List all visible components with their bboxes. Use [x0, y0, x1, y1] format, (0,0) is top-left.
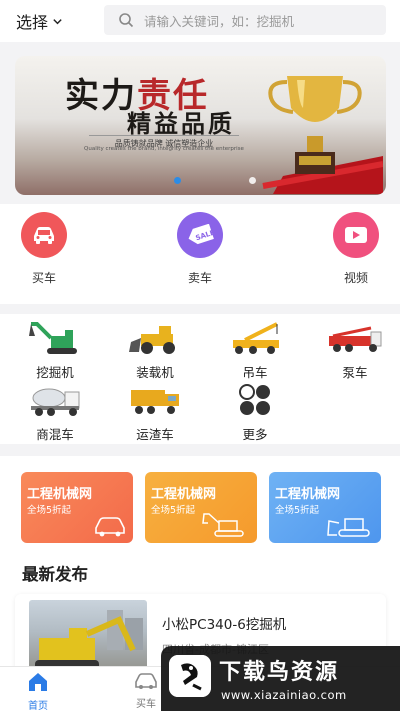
category-loader[interactable]: 装载机 [117, 320, 193, 381]
category-label: 更多 [242, 427, 268, 442]
category-label: 泵车 [342, 365, 368, 380]
more-grid-icon [239, 384, 270, 415]
quick-action-label: 视频 [343, 271, 368, 285]
category-pump-truck[interactable]: 泵车 [317, 320, 393, 381]
loader-icon [129, 326, 175, 354]
category-label: 商混车 [36, 427, 74, 442]
quick-action-sell[interactable]: SALE 卖车 [165, 212, 235, 286]
top-bar: 选择 请输入关键词，如：挖掘机 [0, 0, 400, 42]
quick-action-label: 买车 [31, 271, 56, 285]
promo-title: 工程机械网 [151, 487, 217, 502]
promo-card-2[interactable]: 工程机械网 全场5折起 [145, 472, 257, 543]
search-input[interactable]: 请输入关键词，如：挖掘机 [104, 5, 386, 35]
carousel-indicator [174, 177, 256, 184]
pump-truck-icon [329, 326, 382, 352]
category-dump-truck[interactable]: 运渣车 [117, 382, 193, 443]
excavator-icon [29, 322, 77, 354]
tab-label: 首页 [28, 701, 48, 711]
banner-subtitle-en: Quality creates the brand, integrity cre… [84, 146, 244, 152]
quick-actions: 买车 SALE 卖车 视频 [0, 204, 400, 304]
dump-truck-icon [131, 390, 179, 414]
app-screen: 选择 请输入关键词，如：挖掘机 实力责任 精益品质 品质铸就品牌 诚信塑造企业 … [0, 0, 400, 711]
category-label: 吊车 [242, 365, 268, 380]
tab-home[interactable]: 首页 [8, 672, 68, 711]
category-grid: 挖掘机 装载机 吊车 泵车 商混车 运渣车 更多 [0, 314, 400, 444]
watermark-name: 下载鸟资源 [219, 660, 340, 685]
category-more[interactable]: 更多 [217, 382, 293, 443]
car-tab-icon [135, 673, 157, 689]
watermark-url: www.xiazainiao.com [221, 688, 347, 702]
bird-logo-icon [169, 655, 211, 697]
category-excavator[interactable]: 挖掘机 [17, 320, 93, 381]
category-mixer-truck[interactable]: 商混车 [17, 382, 93, 443]
category-crane[interactable]: 吊车 [217, 320, 293, 381]
promo-subtitle: 全场5折起 [151, 505, 196, 516]
latest-section-title: 最新发布 [22, 565, 88, 584]
car-outline-icon [95, 517, 125, 537]
quick-action-buy[interactable]: 买车 [9, 212, 79, 286]
city-selector-label: 选择 [16, 13, 49, 32]
car-icon [21, 212, 67, 258]
video-icon [333, 212, 379, 258]
mixer-truck-icon [31, 388, 80, 416]
carousel-dot-1[interactable] [174, 177, 181, 184]
category-label: 装载机 [136, 365, 174, 380]
quick-action-video[interactable]: 视频 [321, 212, 391, 286]
excavator-outline-icon [202, 513, 244, 537]
banner-carousel[interactable]: 实力责任 精益品质 品质铸就品牌 诚信塑造企业 Quality creates … [15, 56, 386, 195]
watermark-badge: 下载鸟资源 www.xiazainiao.com [161, 646, 400, 711]
home-icon [29, 673, 47, 691]
promo-card-1[interactable]: 工程机械网 全场5折起 [21, 472, 133, 543]
sale-tag-icon: SALE [177, 212, 223, 258]
bulldozer-outline-icon [327, 518, 370, 537]
chevron-down-icon [53, 18, 62, 24]
category-label: 运渣车 [136, 427, 174, 442]
promo-title: 工程机械网 [275, 487, 341, 502]
search-placeholder: 请输入关键词，如：挖掘机 [144, 13, 295, 29]
promo-subtitle: 全场5折起 [27, 505, 72, 516]
category-label: 挖掘机 [36, 365, 74, 380]
carousel-dot-2[interactable] [249, 177, 256, 184]
trophy-icon [262, 76, 383, 194]
listing-title: 小松PC340-6挖掘机 [162, 617, 287, 633]
promo-card-3[interactable]: 工程机械网 全场5折起 [269, 472, 381, 543]
city-selector[interactable]: 选择 [16, 9, 63, 33]
promo-subtitle: 全场5折起 [275, 505, 320, 516]
promo-title: 工程机械网 [27, 487, 93, 502]
crane-icon [233, 322, 279, 354]
quick-action-label: 卖车 [187, 271, 212, 285]
banner-slogan-line2: 精益品质 [127, 109, 235, 138]
search-icon [119, 13, 134, 28]
